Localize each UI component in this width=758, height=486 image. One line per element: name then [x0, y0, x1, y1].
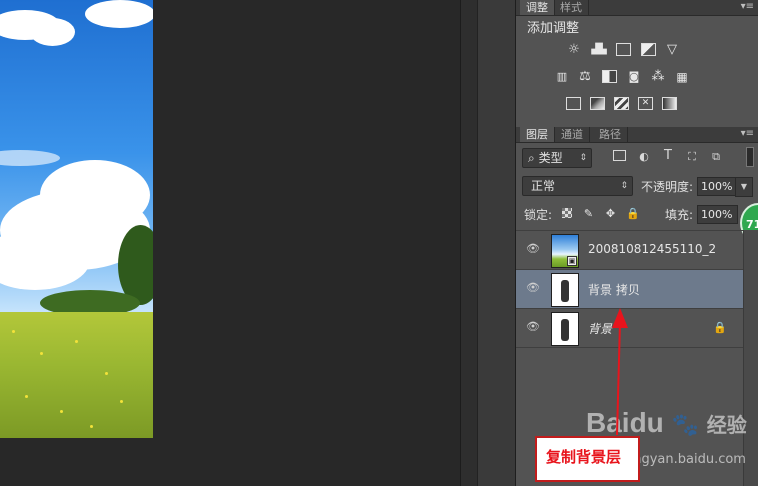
tab-adjustments[interactable]: 调整 — [520, 0, 555, 15]
tab-channels[interactable]: 通道 — [555, 127, 590, 142]
baidu-suffix-text: 经验 — [706, 415, 747, 437]
selective-color-icon[interactable]: ✕ — [638, 97, 653, 110]
exposure-icon[interactable] — [641, 43, 656, 56]
lock-pixels-brush-icon[interactable]: ✎ — [582, 207, 595, 220]
smart-object-filter-icon[interactable]: ⧉ — [709, 150, 723, 164]
updown-arrow-icon: ⇕ — [620, 181, 628, 191]
canvas-image[interactable] — [0, 0, 153, 438]
tab-paths[interactable]: 路径 — [593, 127, 628, 142]
invert-icon[interactable] — [566, 97, 581, 110]
vibrance-icon[interactable]: ▽ — [664, 43, 680, 57]
posterize-icon[interactable] — [590, 97, 605, 110]
annotation-arrowhead — [612, 308, 628, 328]
blend-mode-label: 正常 — [531, 179, 556, 193]
black-white-icon[interactable] — [602, 70, 617, 83]
flower — [105, 372, 108, 375]
annotation-arrow-line — [616, 321, 621, 436]
opacity-dropdown-arrow[interactable]: ▼ — [735, 177, 753, 197]
panel-dock-strip — [477, 0, 516, 486]
color-balance-icon[interactable]: ⚖ — [577, 70, 593, 84]
person-figure — [561, 280, 569, 302]
color-lookup-icon[interactable]: ▦ — [674, 70, 690, 84]
annotation-arrow — [612, 308, 628, 436]
opacity-input[interactable]: 100% — [697, 177, 738, 196]
flower — [90, 425, 93, 428]
threshold-icon[interactable] — [614, 97, 629, 110]
lock-transparent-icon[interactable] — [562, 208, 572, 218]
layer-row-image[interactable]: 👁 ▣ 200810812455110_2 — [516, 231, 743, 270]
visibility-eye-icon[interactable]: 👁 — [526, 282, 540, 294]
tab-layers[interactable]: 图层 — [520, 127, 555, 142]
lock-position-icon[interactable]: ✥ — [604, 207, 617, 220]
updown-arrow-icon: ⇕ — [579, 153, 587, 163]
visibility-eye-icon[interactable]: 👁 — [526, 321, 540, 333]
flower — [60, 410, 63, 413]
fill-input[interactable]: 100% — [697, 205, 738, 224]
layer-lock-icon: 🔒 — [713, 321, 727, 334]
curves-icon[interactable] — [616, 43, 631, 56]
channel-mixer-icon[interactable]: ⁂ — [650, 70, 666, 84]
hue-saturation-icon[interactable]: ▥ — [554, 70, 570, 84]
type-filter-icon[interactable]: T — [661, 149, 675, 163]
cloud — [30, 18, 75, 46]
layer-thumbnail — [551, 273, 579, 307]
flower — [25, 395, 28, 398]
smart-object-badge-icon: ▣ — [567, 256, 577, 266]
visibility-eye-icon[interactable]: 👁 — [526, 243, 540, 255]
layers-tabbar: 图层 通道 路径 ▾≡ — [516, 127, 758, 143]
flower — [12, 330, 15, 333]
add-adjustment-title: 添加调整 — [527, 21, 580, 36]
layer-name: 背景 拷贝 — [588, 283, 640, 297]
cloud — [85, 0, 153, 28]
panel-menu-icon[interactable]: ▾≡ — [741, 128, 754, 139]
shape-filter-icon[interactable]: ⛶ — [685, 150, 699, 164]
annotation-label: 复制背景层 — [546, 448, 622, 466]
search-icon: ⌕ — [528, 151, 535, 165]
cloud — [40, 160, 150, 230]
person-figure — [561, 319, 569, 341]
lock-label: 锁定: — [524, 208, 553, 222]
cloud — [0, 150, 60, 166]
levels-icon[interactable]: ▟▙ — [591, 43, 607, 57]
flower-field — [0, 312, 153, 438]
panel-menu-icon[interactable]: ▾≡ — [741, 1, 754, 12]
layers-scrollbar[interactable] — [743, 230, 758, 486]
tab-styles[interactable]: 样式 — [554, 0, 589, 15]
layer-name: 200810812455110_2 — [588, 242, 717, 256]
opacity-label: 不透明度: — [641, 180, 694, 194]
fill-label: 填充: — [665, 208, 694, 222]
paw-icon: 🐾 — [671, 412, 699, 437]
adjustment-filter-icon[interactable]: ◐ — [637, 150, 651, 164]
layer-thumbnail: ▣ — [551, 234, 579, 268]
brightness-icon[interactable]: ☼ — [566, 43, 582, 57]
pixel-filter-icon[interactable] — [613, 150, 626, 161]
blend-mode-select[interactable]: 正常 ⇕ — [522, 176, 633, 196]
layer-filter-select[interactable]: ⌕ 类型 ⇕ — [522, 148, 592, 168]
gradient-map-icon[interactable] — [662, 97, 677, 110]
filter-toggle-switch[interactable] — [746, 147, 754, 167]
baidu-watermark-url: jingyan.baidu.com — [626, 452, 746, 467]
flower — [40, 352, 43, 355]
flower — [75, 340, 78, 343]
adjustments-tabbar: 调整 样式 ▾≡ — [516, 0, 758, 16]
filter-kind-label: 类型 — [538, 151, 563, 165]
flower — [120, 400, 123, 403]
annotation-box: 复制背景层 — [535, 436, 640, 482]
lock-all-icon[interactable]: 🔒 — [626, 207, 640, 220]
photo-filter-icon[interactable]: ◙ — [626, 70, 642, 84]
layer-thumbnail — [551, 312, 579, 346]
